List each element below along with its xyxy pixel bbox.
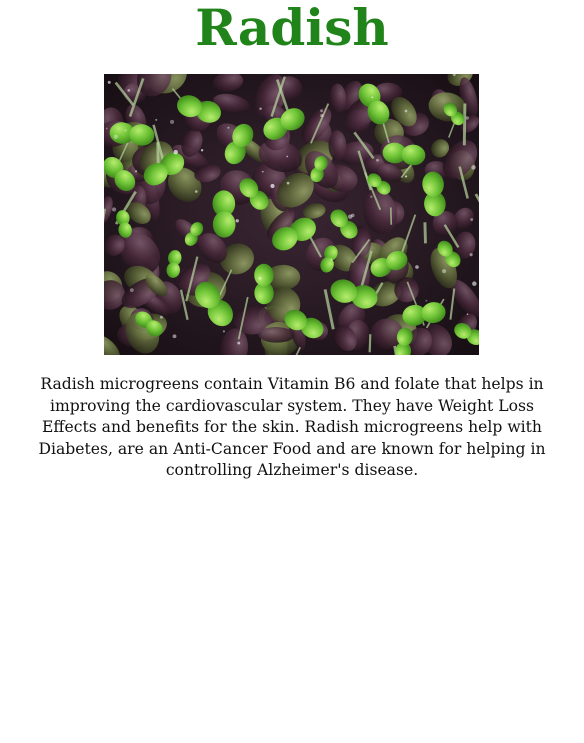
microgreens-image	[104, 74, 479, 355]
radish-microgreens-photo	[104, 74, 479, 355]
page-title: Radish	[195, 0, 389, 57]
page: Radish Radish microgreens contain Vitami…	[0, 0, 584, 743]
description-text: Radish microgreens contain Vitamin B6 an…	[38, 375, 546, 479]
